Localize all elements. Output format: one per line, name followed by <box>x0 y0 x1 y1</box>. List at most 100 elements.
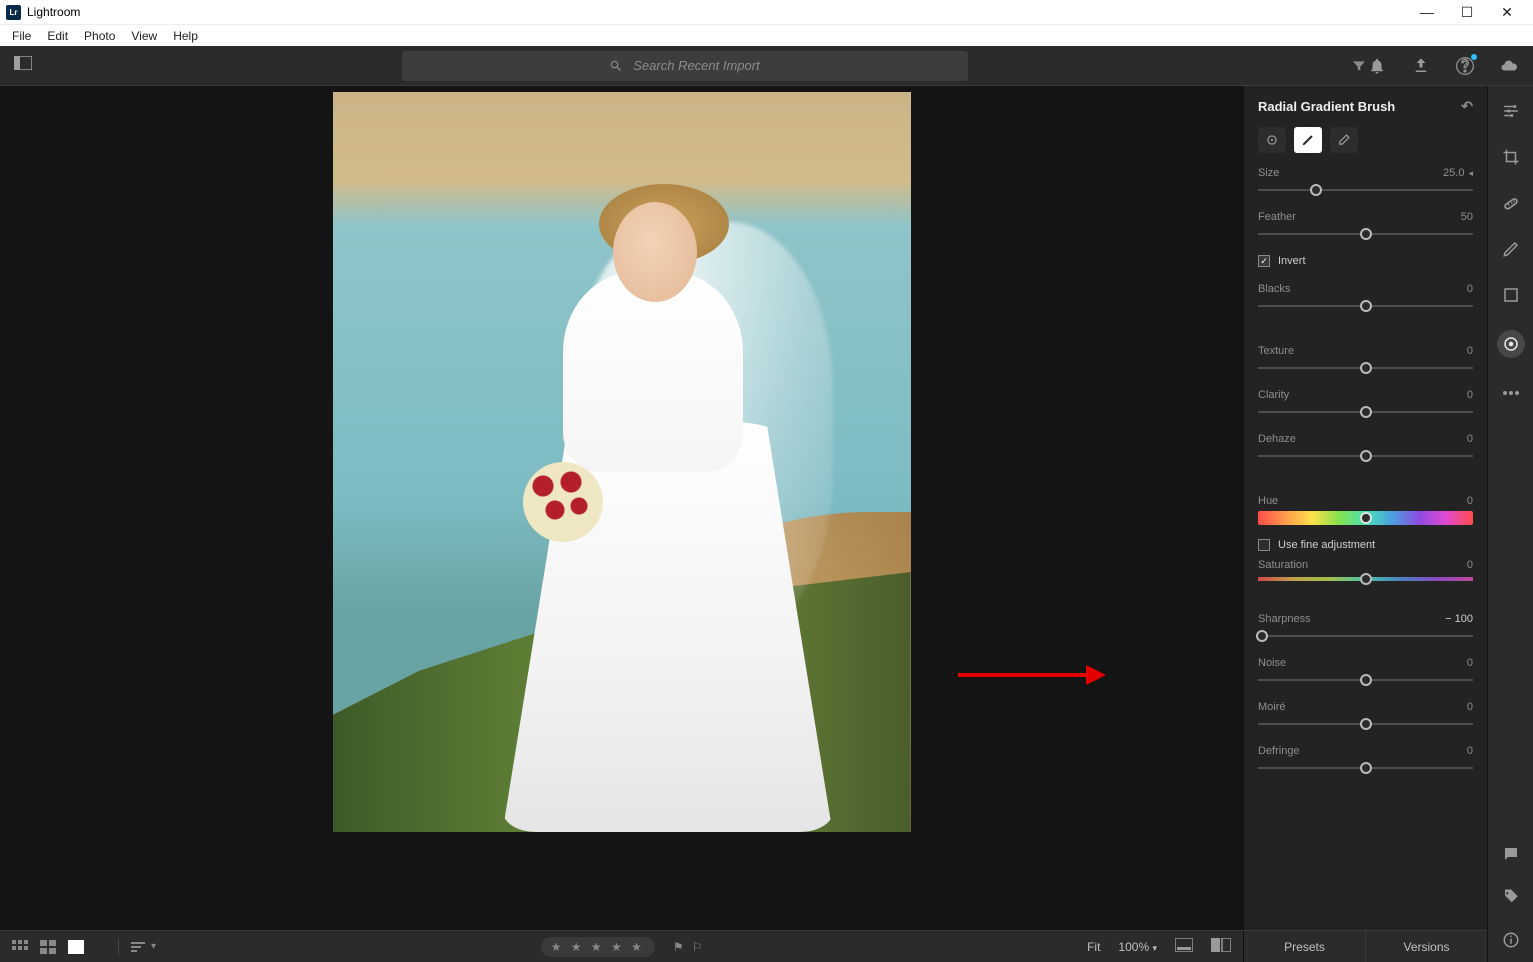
tag-icon[interactable] <box>1502 888 1520 911</box>
sharpness-slider[interactable] <box>1258 629 1473 643</box>
dehaze-value: 0 <box>1467 433 1473 445</box>
noise-slider[interactable] <box>1258 673 1473 687</box>
help-icon[interactable] <box>1455 56 1475 76</box>
left-panel-toggle-icon[interactable] <box>14 56 32 75</box>
panel-title-text: Radial Gradient Brush <box>1258 99 1395 114</box>
filmstrip-toggle-icon[interactable] <box>1175 938 1193 955</box>
search-placeholder: Search Recent Import <box>633 58 759 73</box>
flag-pick-icon[interactable]: ⚑ <box>673 940 684 954</box>
info-icon[interactable] <box>1502 931 1520 954</box>
versions-button[interactable]: Versions <box>1365 931 1487 962</box>
dehaze-slider[interactable] <box>1258 449 1473 463</box>
fine-label: Use fine adjustment <box>1278 539 1375 551</box>
saturation-value: 0 <box>1467 559 1473 571</box>
texture-slider[interactable] <box>1258 361 1473 375</box>
minimize-button[interactable]: — <box>1407 1 1447 23</box>
grid-view-small-icon[interactable] <box>12 940 30 954</box>
brush-icon[interactable] <box>1500 238 1522 260</box>
moire-label: Moiré <box>1258 701 1286 713</box>
moire-slider[interactable] <box>1258 717 1473 731</box>
hue-slider[interactable] <box>1258 511 1473 525</box>
sharpness-label: Sharpness <box>1258 613 1311 625</box>
saturation-label: Saturation <box>1258 559 1308 571</box>
compare-view-icon[interactable] <box>1211 938 1231 955</box>
zoom-dropdown[interactable]: 100% ▾ <box>1118 940 1157 954</box>
fit-label[interactable]: Fit <box>1087 940 1100 954</box>
control-saturation: Saturation 0 <box>1258 559 1473 581</box>
control-texture: Texture0 <box>1258 345 1473 375</box>
clarity-value: 0 <box>1467 389 1473 401</box>
edit-sliders-icon[interactable] <box>1500 100 1522 122</box>
defringe-value: 0 <box>1467 745 1473 757</box>
brush-mode-erase-icon[interactable] <box>1330 127 1358 153</box>
filter-icon[interactable] <box>1351 51 1367 81</box>
size-arrow-icon: ◂ <box>1468 168 1473 178</box>
photo-preview <box>333 92 911 832</box>
saturation-slider[interactable] <box>1258 577 1473 581</box>
noise-value: 0 <box>1467 657 1473 669</box>
control-noise: Noise 0 <box>1258 657 1473 687</box>
texture-label: Texture <box>1258 345 1294 357</box>
menu-photo[interactable]: Photo <box>76 27 123 45</box>
app-logo: Lr <box>6 5 21 20</box>
grid-view-large-icon[interactable] <box>40 940 58 954</box>
invert-label: Invert <box>1278 255 1306 267</box>
presets-button[interactable]: Presets <box>1244 931 1365 962</box>
close-window-button[interactable]: ✕ <box>1487 1 1527 23</box>
feather-slider[interactable] <box>1258 227 1473 241</box>
crop-icon[interactable] <box>1500 146 1522 168</box>
brush-mode-new-icon[interactable] <box>1258 127 1286 153</box>
menu-file[interactable]: File <box>4 27 39 45</box>
dehaze-label: Dehaze <box>1258 433 1296 445</box>
comment-icon[interactable] <box>1502 845 1520 868</box>
clarity-label: Clarity <box>1258 389 1289 401</box>
bottom-toolbar: ▾ ★ ★ ★ ★ ★ ⚑ ⚐ Fit 100% ▾ <box>0 930 1243 962</box>
control-sharpness: Sharpness − 100 <box>1258 613 1473 643</box>
bell-icon[interactable] <box>1367 56 1387 76</box>
control-size: Size 25.0◂ <box>1258 167 1473 197</box>
menu-help[interactable]: Help <box>165 27 206 45</box>
right-toolstrip <box>1487 86 1533 930</box>
fine-adjust-checkbox[interactable]: Use fine adjustment <box>1258 539 1473 551</box>
flag-reject-icon[interactable]: ⚐ <box>692 940 703 954</box>
undo-icon[interactable]: ↶ <box>1461 98 1473 115</box>
sharpness-value: − 100 <box>1445 613 1473 625</box>
size-label: Size <box>1258 167 1279 179</box>
cloud-icon[interactable] <box>1499 56 1519 76</box>
size-slider[interactable] <box>1258 183 1473 197</box>
blacks-value: 0 <box>1467 283 1473 295</box>
clarity-slider[interactable] <box>1258 405 1473 419</box>
panel-bottom-buttons: Presets Versions <box>1243 930 1487 962</box>
feather-label: Feather <box>1258 211 1296 223</box>
heal-icon[interactable] <box>1500 192 1522 214</box>
control-hue: Hue 0 <box>1258 495 1473 525</box>
defringe-slider[interactable] <box>1258 761 1473 775</box>
edit-panel: Radial Gradient Brush ↶ Size 25.0◂ <box>1243 86 1487 930</box>
menu-bar: File Edit Photo View Help <box>0 24 1533 46</box>
blacks-slider[interactable] <box>1258 299 1473 313</box>
maximize-button[interactable]: ☐ <box>1447 1 1487 23</box>
window-titlebar: Lr Lightroom — ☐ ✕ <box>0 0 1533 24</box>
photo-canvas[interactable] <box>0 86 1243 930</box>
search-input[interactable]: Search Recent Import <box>402 51 968 81</box>
menu-edit[interactable]: Edit <box>39 27 76 45</box>
menu-view[interactable]: View <box>123 27 165 45</box>
checkbox-icon <box>1258 539 1270 551</box>
app-title: Lightroom <box>27 5 80 19</box>
linear-gradient-icon[interactable] <box>1500 284 1522 306</box>
radial-gradient-icon[interactable] <box>1497 330 1525 358</box>
hue-value: 0 <box>1467 495 1473 507</box>
brush-mode-brush-icon[interactable] <box>1294 127 1322 153</box>
single-view-icon[interactable] <box>68 940 86 954</box>
hue-label: Hue <box>1258 495 1278 507</box>
toolstrip-bottom <box>1487 870 1533 962</box>
feather-value: 50 <box>1461 211 1473 223</box>
rating-stars[interactable]: ★ ★ ★ ★ ★ <box>541 937 655 957</box>
more-icon[interactable] <box>1500 382 1522 404</box>
noise-label: Noise <box>1258 657 1286 669</box>
share-icon[interactable] <box>1411 56 1431 76</box>
control-feather: Feather 50 <box>1258 211 1473 241</box>
sort-dropdown[interactable]: ▾ <box>131 941 156 952</box>
search-icon <box>609 59 623 73</box>
invert-checkbox[interactable]: Invert <box>1258 255 1473 267</box>
